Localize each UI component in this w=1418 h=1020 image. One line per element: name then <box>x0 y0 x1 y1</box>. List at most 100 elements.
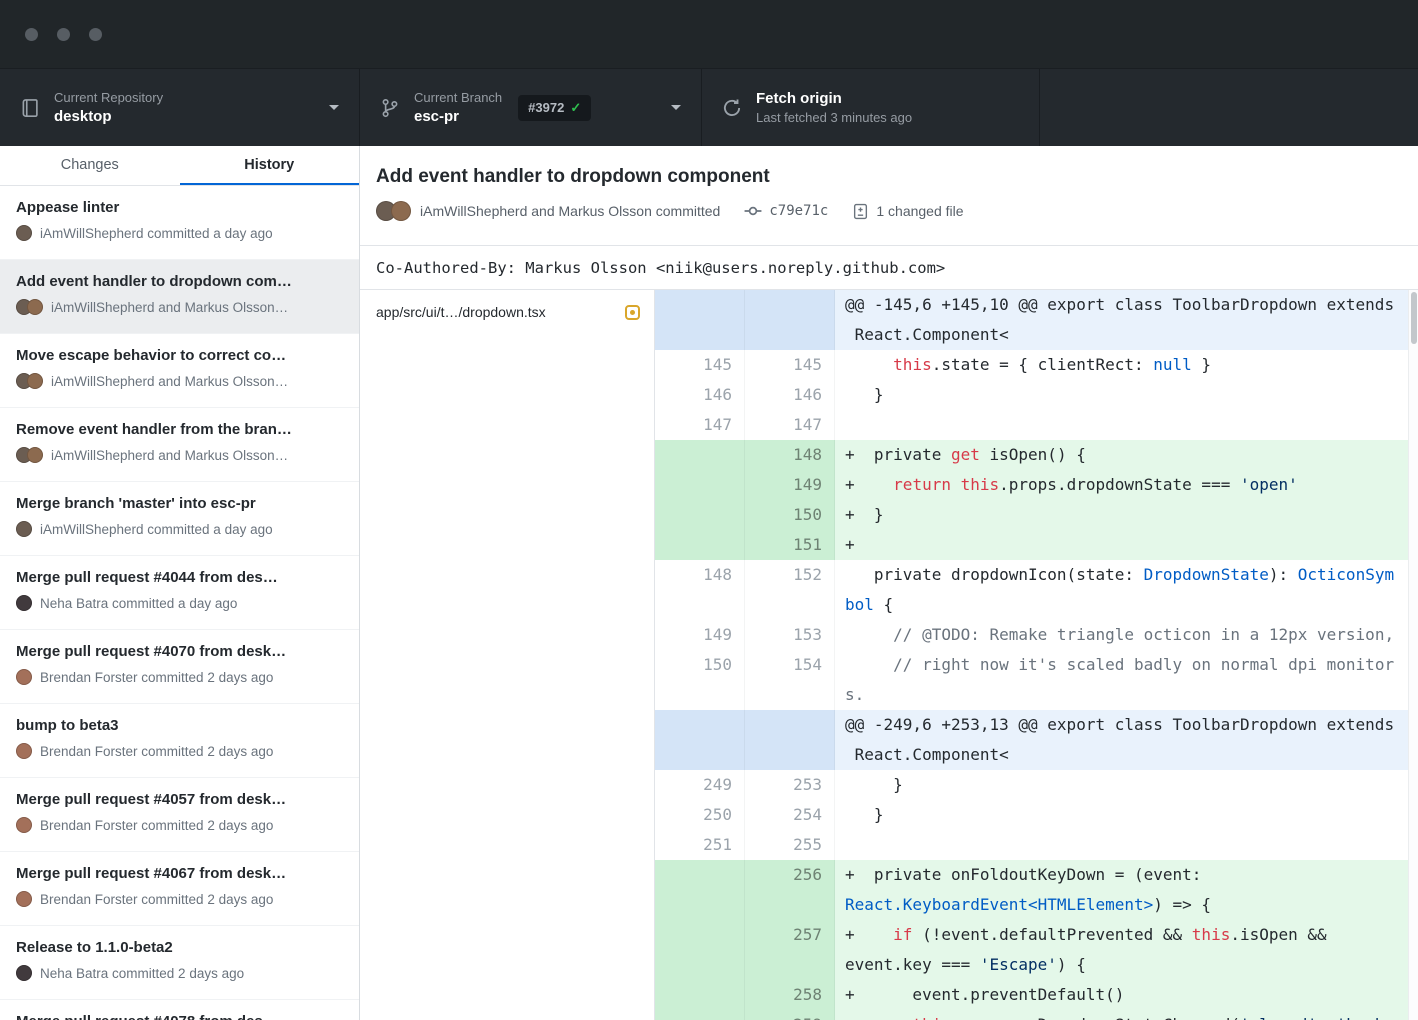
history-commit-item[interactable]: Merge pull request #4070 from desk…Brend… <box>0 630 359 704</box>
history-commit-item[interactable]: Merge branch 'master' into esc-priAmWill… <box>0 482 359 556</box>
code-token: + } <box>845 505 884 524</box>
code-token: if <box>893 925 912 944</box>
history-commit-item[interactable]: Move escape behavior to correct co…iAmWi… <box>0 334 359 408</box>
commit-description: Co-Authored-By: Markus Olsson <niik@user… <box>360 246 1418 290</box>
tab-history[interactable]: History <box>180 146 360 185</box>
commit-item-title: Merge pull request #4044 from des… <box>16 568 343 588</box>
diff-old-line-number: 148 <box>655 560 745 620</box>
code-token <box>845 355 893 374</box>
avatar <box>16 669 32 685</box>
code-token: + <box>845 925 893 944</box>
code-token: 'Escape' <box>980 955 1057 974</box>
code-token: get <box>951 445 980 464</box>
diff-old-line-number <box>655 440 745 470</box>
commit-item-byline: iAmWillShepherd committed a day ago <box>16 225 343 241</box>
commit-item-title: Merge pull request #4057 from desk… <box>16 790 343 810</box>
avatar <box>16 225 32 241</box>
fetch-origin-button[interactable]: Fetch origin Last fetched 3 minutes ago <box>702 69 1040 146</box>
code-token: @@ -145,6 +145,10 @@ export class Toolba… <box>845 295 1394 344</box>
diff-scrollbar-thumb[interactable] <box>1411 292 1417 344</box>
history-commit-item[interactable]: Appease linteriAmWillShepherd committed … <box>0 186 359 260</box>
commit-item-byline: iAmWillShepherd and Markus Olsson… <box>16 299 343 315</box>
code-token: .state = { clientRect: <box>932 355 1154 374</box>
history-commit-item[interactable]: Merge pull request #4057 from desk…Brend… <box>0 778 359 852</box>
diff-new-line-number: 255 <box>745 830 835 860</box>
app-window: Current Repository desktop Current Branc… <box>0 0 1418 1020</box>
check-icon: ✓ <box>570 100 581 116</box>
diff-old-line-number <box>655 470 745 500</box>
commit-header: Add event handler to dropdown component … <box>360 146 1418 246</box>
history-commit-item[interactable]: Release to 1.1.0-beta2Neha Batra committ… <box>0 926 359 1000</box>
diff-row-ctx: 251255 <box>655 830 1408 860</box>
diff-old-line-number <box>655 710 745 770</box>
diff-code-line: // @TODO: Remake triangle octicon in a 1… <box>835 620 1408 650</box>
commit-item-byline-text: iAmWillShepherd and Markus Olsson… <box>51 300 288 315</box>
code-token: + <box>845 475 893 494</box>
avatar <box>16 965 32 981</box>
minimize-button[interactable] <box>57 28 70 41</box>
avatar-stack <box>16 669 32 685</box>
diff-old-line-number <box>655 1010 745 1020</box>
history-commit-item[interactable]: Add event handler to dropdown com…iAmWil… <box>0 260 359 334</box>
code-token <box>845 835 855 854</box>
diff-old-line-number: 250 <box>655 800 745 830</box>
history-commit-item[interactable]: Merge pull request #4044 from des…Neha B… <box>0 556 359 630</box>
diff-new-line-number: 254 <box>745 800 835 830</box>
changed-file-item[interactable]: app/src/ui/t…/dropdown.tsx <box>360 290 654 334</box>
changed-file-list: app/src/ui/t…/dropdown.tsx <box>360 290 655 1020</box>
commit-item-byline: Neha Batra committed 2 days ago <box>16 965 343 981</box>
pr-number: #3972 <box>528 100 564 115</box>
file-diff-icon <box>852 203 869 220</box>
history-commit-item[interactable]: Merge pull request #4078 from des…Brenda… <box>0 1000 359 1020</box>
diff-row-hunk: @@ -145,6 +145,10 @@ export class Toolba… <box>655 290 1408 350</box>
diff-new-line-number: 149 <box>745 470 835 500</box>
diff-new-line-number <box>745 710 835 770</box>
diff-code-line: + event.preventDefault() <box>835 980 1408 1010</box>
diff-code-line <box>835 410 1408 440</box>
changed-files-group: 1 changed file <box>852 203 963 220</box>
diff-row-ctx: 249253 } <box>655 770 1408 800</box>
avatar <box>27 373 43 389</box>
diff-row-add: 258+ event.preventDefault() <box>655 980 1408 1010</box>
commit-item-byline: iAmWillShepherd and Markus Olsson… <box>16 373 343 389</box>
code-token: this <box>912 1015 951 1020</box>
repo-icon <box>20 98 40 118</box>
diff-code-line: } <box>835 800 1408 830</box>
commit-icon <box>744 202 762 220</box>
diff-code-line: private dropdownIcon(state: DropdownStat… <box>835 560 1408 620</box>
changed-file-name: app/src/ui/t…/dropdown.tsx <box>376 304 546 320</box>
diff-new-line-number <box>745 290 835 350</box>
code-token: @@ -249,6 +253,13 @@ export class Toolba… <box>845 715 1394 764</box>
tab-changes[interactable]: Changes <box>0 146 180 185</box>
diff-old-line-number <box>655 920 745 980</box>
code-token: // right now it's scaled badly on normal… <box>845 655 1394 704</box>
code-token: private dropdownIcon(state: <box>845 565 1144 584</box>
commit-item-byline-text: Brendan Forster committed 2 days ago <box>40 744 273 759</box>
commit-item-byline-text: Brendan Forster committed 2 days ago <box>40 670 273 685</box>
zoom-button[interactable] <box>89 28 102 41</box>
current-repository-button[interactable]: Current Repository desktop <box>0 69 360 146</box>
diff-row-ctx: 150154 // right now it's scaled badly on… <box>655 650 1408 710</box>
diff-new-line-number: 145 <box>745 350 835 380</box>
diff-area: app/src/ui/t…/dropdown.tsx @@ -145,6 +14… <box>360 290 1418 1020</box>
commit-item-byline-text: iAmWillShepherd and Markus Olsson… <box>51 448 288 463</box>
history-commit-item[interactable]: Remove event handler from the bran…iAmWi… <box>0 408 359 482</box>
code-token: (!event.defaultPrevented && <box>912 925 1191 944</box>
chevron-down-icon <box>671 105 681 110</box>
close-button[interactable] <box>25 28 38 41</box>
commit-title: Add event handler to dropdown component <box>376 164 1402 190</box>
avatar-stack <box>16 225 32 241</box>
diff-row-add: 151+ <box>655 530 1408 560</box>
commit-detail-panel: Add event handler to dropdown component … <box>360 146 1418 1020</box>
code-token: { <box>874 595 893 614</box>
current-branch-button[interactable]: Current Branch esc-pr #3972 ✓ <box>360 69 702 146</box>
commit-item-title: bump to beta3 <box>16 716 343 736</box>
diff-new-line-number: 146 <box>745 380 835 410</box>
current-repository-value: desktop <box>54 108 163 125</box>
history-commit-item[interactable]: bump to beta3 Brendan Forster committed 2… <box>0 704 359 778</box>
code-token: .props.onDropdownStateChanged( <box>951 1015 1240 1020</box>
history-commit-item[interactable]: Merge pull request #4067 from desk…Brend… <box>0 852 359 926</box>
code-token: null <box>1153 355 1192 374</box>
avatar-stack <box>16 299 43 315</box>
diff-code-line <box>835 830 1408 860</box>
